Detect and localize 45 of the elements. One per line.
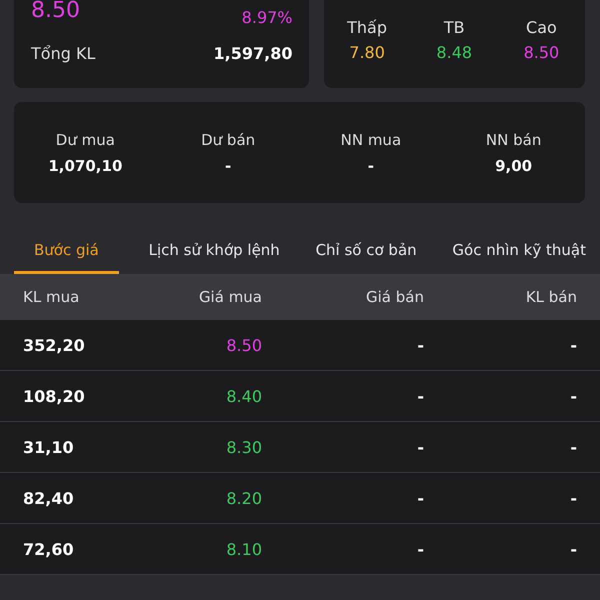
change-percent: 8.97% [242, 8, 292, 27]
range-label: Cao [526, 18, 557, 37]
last-price: 8.50 [31, 0, 80, 22]
tab[interactable]: Lịch sử khớp lệnh [142, 235, 286, 274]
table-cell-text: - [569, 540, 577, 558]
table-cell-text: - [416, 386, 424, 406]
range-value: 8.48 [436, 43, 472, 62]
table-cell-text: 8.10 [225, 540, 262, 558]
table-cell-text: 108,20 [23, 386, 86, 406]
balance-label: Dư mua [56, 130, 115, 148]
table-cell-text: 8.50 [225, 336, 262, 354]
range-label: TB [444, 18, 465, 37]
table-cell-text: - [569, 438, 577, 456]
balance-label: NN bán [486, 130, 542, 148]
total-volume-label: Tổng KL [31, 44, 96, 63]
table-cell-text: 72,60 [23, 540, 75, 558]
balance-label: Dư bán [201, 130, 256, 148]
column-header: Giá bán [365, 288, 424, 306]
table-cell-text: 8.20 [225, 488, 262, 508]
total-volume-value: 1,597,80 [214, 44, 292, 63]
column-header: Giá mua [198, 288, 262, 306]
range-value: 7.80 [349, 43, 385, 62]
table-cell-text: - [416, 488, 424, 508]
balance-value: 1,070,10 [48, 156, 122, 174]
balance-value: 9,00 [495, 156, 532, 174]
table-cell-text: - [569, 336, 577, 354]
table-cell-text: - [416, 540, 424, 558]
table-cell-text: 82,40 [23, 488, 75, 508]
balance-value: - [368, 156, 374, 174]
range-value: 8.50 [524, 43, 560, 62]
column-header: KL bán [524, 288, 577, 306]
table-cell-text: 8.30 [225, 438, 262, 456]
tab[interactable]: Góc nhìn kỹ thuật [446, 235, 592, 274]
balance-label: NN mua [340, 130, 402, 148]
table-cell-text: 352,20 [23, 336, 86, 354]
table-cell-text: - [569, 386, 577, 406]
balance-value: - [225, 156, 232, 174]
table-cell-text: - [416, 438, 424, 456]
table-cell-text: - [416, 336, 424, 354]
table-cell-text: 8.40 [225, 386, 262, 406]
table-cell-text: 31,10 [23, 438, 75, 456]
column-header: KL mua [23, 288, 80, 306]
table-cell-text: - [569, 488, 577, 508]
tab[interactable]: Chỉ số cơ bản [310, 235, 423, 274]
range-label: Thấp [347, 18, 388, 37]
